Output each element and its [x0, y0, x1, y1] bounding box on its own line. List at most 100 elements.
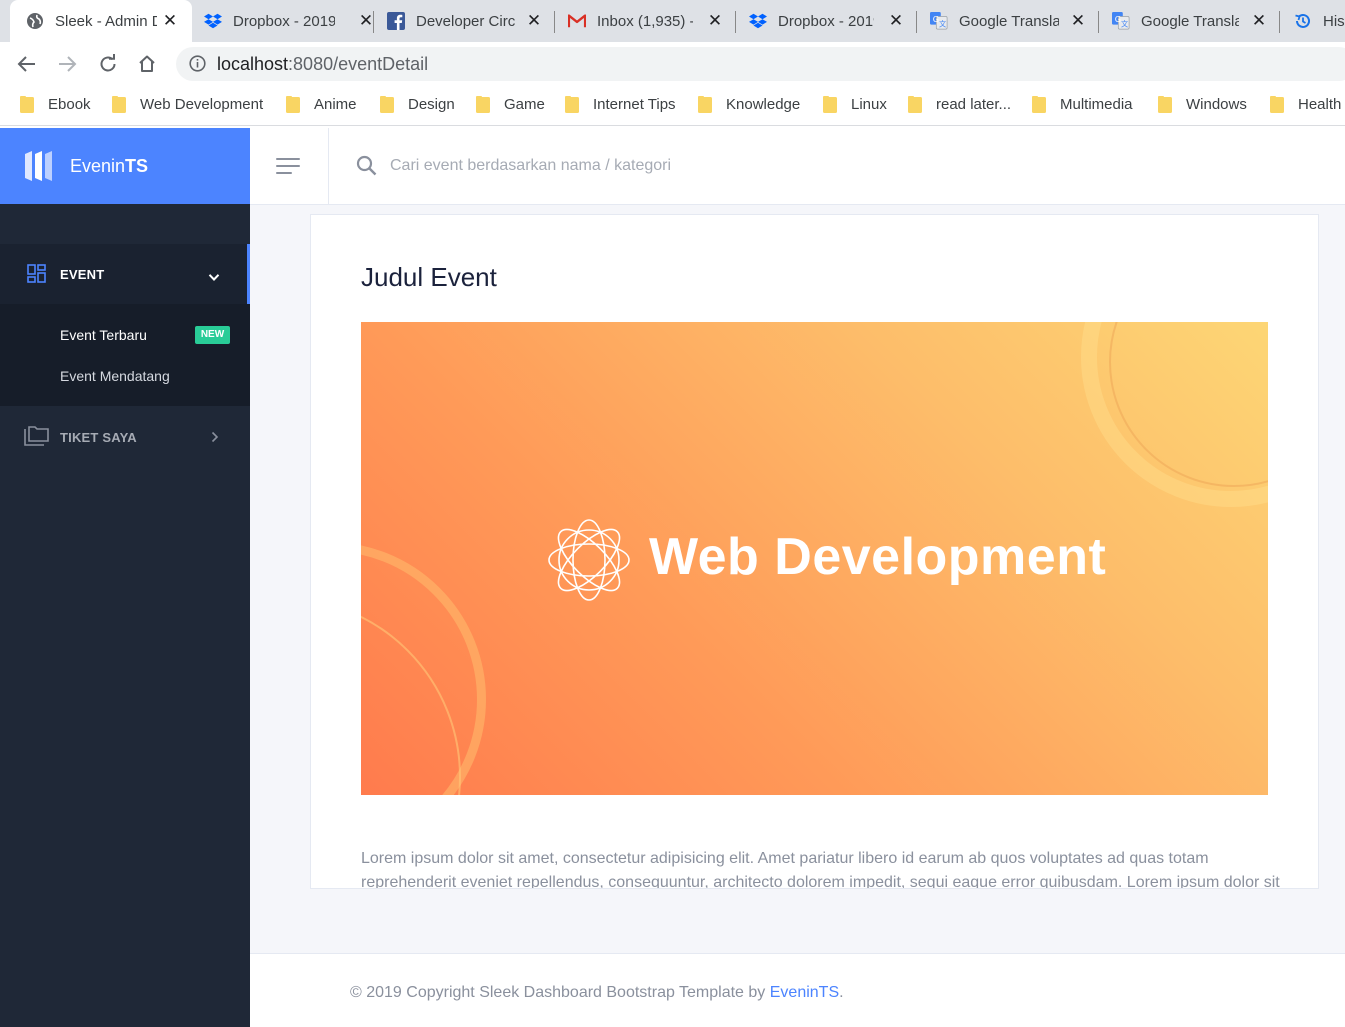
folder-icon [1032, 96, 1046, 113]
close-tab-icon[interactable]: ✕ [707, 12, 723, 30]
bookmark-knowledge[interactable]: Knowledge [698, 96, 800, 113]
search-icon [356, 155, 377, 181]
reload-icon [100, 54, 116, 72]
close-tab-icon[interactable]: ✕ [1251, 12, 1267, 30]
bookmark-read-later[interactable]: read later... [908, 96, 1011, 113]
brand-name: EveninTS [70, 156, 149, 176]
tab-dropbox-2[interactable]: Dropbox - 2019 ✕ [749, 0, 904, 42]
folder-icon [823, 96, 837, 113]
back-button[interactable] [15, 52, 39, 76]
folder-icon [476, 96, 490, 113]
sidebar-toggle-button[interactable] [276, 158, 302, 176]
close-tab-icon[interactable]: ✕ [526, 12, 542, 30]
forward-button[interactable] [55, 52, 79, 76]
close-tab-icon[interactable]: ✕ [888, 12, 904, 30]
search-input[interactable] [390, 152, 990, 180]
bookmark-game[interactable]: Game [476, 96, 545, 113]
logo-icon [24, 150, 56, 187]
navbar-divider [328, 128, 329, 205]
tab-title: Google Translate [1141, 12, 1239, 30]
new-badge: NEW [195, 326, 230, 344]
globe-icon [26, 12, 44, 30]
svg-text:文: 文 [939, 19, 946, 28]
tab-title: Inbox (1,935) - [597, 12, 693, 30]
folder-icon [20, 96, 34, 113]
sidebar-subitem-event-terbaru[interactable]: Event Terbaru NEW [0, 314, 250, 354]
close-tab-icon[interactable]: ✕ [162, 12, 178, 30]
sidebar-item-tiket-saya[interactable]: TIKET SAYA [0, 406, 250, 468]
folder-icon [380, 96, 394, 113]
folder-icon [698, 96, 712, 113]
event-submenu: Event Terbaru NEW Event Mendatang [0, 304, 250, 406]
browser-tab-strip: Sleek - Admin Dashboard ✕ Dropbox - 2019… [0, 0, 1345, 42]
folder-icon [1270, 96, 1284, 113]
top-navbar [250, 128, 1345, 205]
event-description: Lorem ipsum dolor sit amet, consectetur … [361, 850, 1280, 889]
bookmark-health[interactable]: Health [1270, 96, 1341, 113]
sidebar-item-event[interactable]: EVENT [0, 244, 250, 304]
svg-text:文: 文 [1121, 19, 1128, 28]
sidebar-item-label: TIKET SAYA [60, 430, 137, 445]
bookmark-internet-tips[interactable]: Internet Tips [565, 96, 676, 113]
sidebar: EveninTS EVENT Event Terbaru NEW Event M… [0, 128, 250, 1027]
chevron-down-icon [208, 269, 220, 287]
event-title: Judul Event [361, 262, 497, 292]
tab-title: Google Translate [959, 12, 1059, 30]
tab-google-translate-1[interactable]: G文 Google Translate ✕ [930, 0, 1086, 42]
banner-title: Web Development [649, 528, 1107, 586]
tab-title: Dropbox - 2019 [778, 12, 874, 30]
close-tab-icon[interactable]: ✕ [358, 12, 374, 30]
event-detail-card: Judul Event Web Development Lorem ipsum … [310, 214, 1319, 889]
address-bar[interactable]: localhost:8080/eventDetail [176, 47, 1345, 81]
arrow-right-icon [59, 56, 77, 72]
svg-text:G: G [1115, 14, 1121, 24]
tab-google-translate-2[interactable]: G文 Google Translate ✕ [1112, 0, 1267, 42]
tab-history[interactable]: His [1294, 0, 1345, 42]
bookmark-multimedia[interactable]: Multimedia [1032, 96, 1133, 113]
dashboard-grid-icon [27, 264, 46, 288]
tab-dropbox-1[interactable]: Dropbox - 2019 ✕ [204, 0, 374, 42]
tab-sleek-admin[interactable]: Sleek - Admin Dashboard ✕ [10, 0, 192, 42]
url-text: localhost:8080/eventDetail [217, 54, 429, 74]
sidebar-subitem-event-mendatang[interactable]: Event Mendatang [0, 356, 250, 396]
google-translate-icon: G文 [930, 12, 948, 30]
bookmark-ebook[interactable]: Ebook [20, 96, 91, 113]
tab-gmail-inbox[interactable]: Inbox (1,935) - ✕ [568, 0, 723, 42]
page-footer: © 2019 Copyright Sleek Dashboard Bootstr… [250, 953, 1345, 1027]
close-tab-icon[interactable]: ✕ [1070, 12, 1086, 30]
dropbox-icon [749, 12, 767, 30]
reload-button[interactable] [96, 52, 120, 76]
copyright-link[interactable]: EveninTS [770, 984, 839, 1001]
tab-title: His [1323, 12, 1345, 30]
home-button[interactable] [135, 52, 159, 76]
bookmark-web-development[interactable]: Web Development [112, 96, 263, 113]
tab-developer-circles[interactable]: Developer Circles ✕ [387, 0, 542, 42]
tab-title: Dropbox - 2019 [233, 12, 335, 30]
browser-toolbar: localhost:8080/eventDetail [0, 42, 1345, 86]
tab-title: Sleek - Admin Dashboard [55, 12, 157, 30]
subitem-label: Event Terbaru [60, 327, 147, 343]
history-icon [1294, 12, 1312, 30]
brand-header[interactable]: EveninTS [0, 128, 250, 204]
google-translate-icon: G文 [1112, 12, 1130, 30]
svg-text:G: G [933, 14, 939, 24]
folder-icon [286, 96, 300, 113]
app-page: EveninTS EVENT Event Terbaru NEW Event M… [0, 128, 1345, 1027]
arrow-left-icon [17, 56, 35, 72]
globe-wireframe-icon [547, 518, 631, 607]
bookmark-design[interactable]: Design [380, 96, 455, 113]
dropbox-icon [204, 12, 222, 30]
folder-icon [1158, 96, 1172, 113]
bookmark-windows[interactable]: Windows [1158, 96, 1247, 113]
tab-title: Developer Circles [416, 12, 516, 30]
folder-icon [908, 96, 922, 113]
bookmark-anime[interactable]: Anime [286, 96, 357, 113]
info-icon[interactable] [189, 55, 206, 77]
chevron-right-icon [211, 430, 219, 448]
folder-icon [112, 96, 126, 113]
subitem-label: Event Mendatang [60, 368, 170, 384]
folder-icon [565, 96, 579, 113]
bookmark-linux[interactable]: Linux [823, 96, 887, 113]
gmail-icon [568, 12, 586, 30]
home-icon [139, 55, 155, 72]
